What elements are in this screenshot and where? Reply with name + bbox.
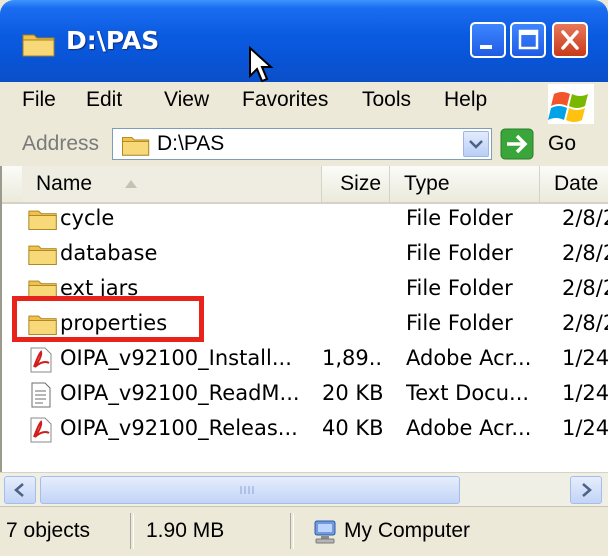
file-type: File Folder (406, 206, 513, 230)
menu-tools[interactable]: Tools (362, 88, 411, 112)
file-size: 40 KB (322, 416, 382, 440)
list-header: Name Size Type Date (2, 166, 608, 204)
file-date: 1/24/ (562, 346, 608, 370)
address-value: D:\PAS (157, 132, 225, 155)
chevron-left-icon (14, 483, 24, 497)
chevron-down-icon (469, 140, 483, 149)
file-name: OIPA_v92100_Install... (60, 346, 292, 370)
file-type: Adobe Acr... (406, 346, 532, 370)
status-object-count: 7 objects (6, 519, 91, 542)
folder-icon (28, 207, 58, 235)
status-total-size: 1.90 MB (146, 519, 225, 542)
go-button-label[interactable]: Go (548, 132, 576, 156)
address-bar: Address D:\PAS Go (0, 124, 608, 167)
status-location: My Computer (344, 519, 471, 542)
scroll-left-button[interactable] (4, 476, 36, 504)
text-document-icon (28, 382, 54, 412)
file-name: OIPA_v92100_Releas... (60, 416, 298, 440)
menu-help[interactable]: Help (444, 88, 487, 112)
menu-file[interactable]: File (22, 88, 56, 112)
file-size: 20 KB (322, 381, 382, 405)
sort-ascending-icon (125, 180, 137, 188)
file-type: File Folder (406, 311, 513, 335)
pdf-icon (28, 347, 54, 377)
maximize-icon (518, 29, 539, 50)
folder-icon (28, 242, 58, 270)
folder-icon (122, 136, 150, 156)
file-row[interactable]: OIPA_v92100_Releas... 40 KB Adobe Acr... 1/… (2, 412, 608, 447)
minimize-button[interactable] (470, 22, 506, 58)
file-date: 1/24/ (562, 416, 608, 440)
my-computer-icon (314, 520, 336, 544)
file-name: cycle (60, 206, 115, 230)
file-date: 2/8/2 (562, 206, 608, 230)
file-date: 1/24/ (562, 381, 608, 405)
file-row[interactable]: database File Folder 2/8/2 (2, 237, 608, 272)
file-type: Adobe Acr... (406, 416, 532, 440)
chevron-right-icon (582, 483, 592, 497)
mouse-cursor-icon (249, 46, 274, 83)
file-date: 2/8/2 (562, 311, 608, 335)
grip-icon (240, 486, 254, 494)
menu-view[interactable]: View (164, 88, 209, 112)
file-row[interactable]: cycle File Folder 2/8/2 (2, 202, 608, 237)
address-label: Address (22, 132, 100, 155)
window-title: D:\PAS (66, 26, 160, 55)
close-icon (561, 30, 579, 50)
file-date: 2/8/2 (562, 241, 608, 265)
file-name: database (60, 241, 158, 265)
windows-logo-icon (548, 84, 594, 124)
file-name: OIPA_v92100_ReadM... (60, 381, 300, 405)
file-row[interactable]: OIPA_v92100_Install... 1,89... Adobe Acr..… (2, 342, 608, 377)
horizontal-scrollbar[interactable] (0, 472, 608, 507)
menu-edit[interactable]: Edit (86, 88, 122, 112)
column-header-type[interactable]: Type (390, 166, 540, 202)
file-row[interactable]: OIPA_v92100_ReadM... 20 KB Text Docu... 1/2… (2, 377, 608, 412)
highlight-box (12, 296, 204, 342)
scroll-right-button[interactable] (570, 476, 602, 504)
minimize-icon (480, 45, 492, 49)
file-size: 1,89... (322, 346, 382, 370)
menu-bar: File Edit View Favorites Tools Help (0, 82, 608, 125)
go-arrow-icon[interactable] (500, 128, 534, 160)
folder-icon (22, 34, 55, 57)
maximize-button[interactable] (510, 22, 546, 58)
status-separator (130, 513, 134, 549)
file-type: File Folder (406, 276, 513, 300)
column-header-date[interactable]: Date (540, 166, 608, 202)
file-date: 2/8/2 (562, 276, 608, 300)
status-separator (290, 513, 294, 549)
address-input[interactable]: D:\PAS (112, 128, 492, 160)
pdf-icon (28, 417, 54, 447)
column-header-name[interactable]: Name (22, 166, 322, 202)
explorer-window: D:\PAS File Edit View Favorites Tools He… (0, 0, 608, 556)
status-bar: 7 objects 1.90 MB My Computer (0, 506, 608, 556)
menu-favorites[interactable]: Favorites (242, 88, 328, 112)
address-dropdown-button[interactable] (463, 131, 489, 157)
file-type: Text Docu... (406, 381, 530, 405)
title-bar[interactable]: D:\PAS (0, 0, 608, 82)
column-header-size[interactable]: Size (322, 166, 390, 202)
file-type: File Folder (406, 241, 513, 265)
scroll-thumb[interactable] (40, 476, 460, 504)
close-button[interactable] (552, 22, 588, 58)
